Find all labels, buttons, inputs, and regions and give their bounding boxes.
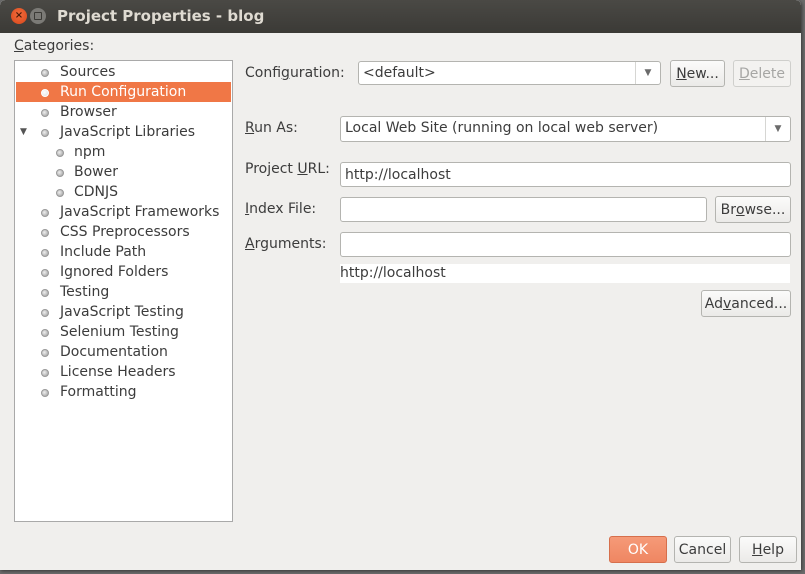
- index-file-input[interactable]: [341, 198, 706, 221]
- category-item[interactable]: JavaScript Frameworks: [16, 202, 231, 222]
- configuration-value: <default>: [363, 65, 436, 81]
- category-label: Documentation: [60, 344, 168, 360]
- category-label: JavaScript Testing: [60, 304, 184, 320]
- ok-button[interactable]: OK: [609, 536, 667, 563]
- tree-node-icon: [41, 269, 49, 277]
- category-label: npm: [74, 144, 106, 160]
- category-label: JavaScript Frameworks: [60, 204, 220, 220]
- chevron-down-icon[interactable]: ▼: [765, 117, 790, 141]
- arguments-field[interactable]: [340, 232, 791, 257]
- category-item[interactable]: ▼ JavaScript Libraries: [16, 122, 231, 142]
- category-label: Sources: [60, 64, 116, 80]
- category-item[interactable]: Run Configuration: [16, 82, 231, 102]
- tree-node-icon: [41, 349, 49, 357]
- chevron-down-icon[interactable]: ▼: [635, 62, 660, 84]
- title-bar: × Project Properties - blog: [0, 0, 801, 33]
- category-item[interactable]: Testing: [16, 282, 231, 302]
- project-url-input[interactable]: [341, 163, 790, 186]
- categories-label: Categories:: [14, 38, 95, 54]
- configuration-combo[interactable]: <default> ▼: [358, 61, 661, 85]
- tree-node-icon: [41, 109, 49, 117]
- run-as-label: Run As:: [245, 120, 298, 136]
- category-item[interactable]: JavaScript Testing: [16, 302, 231, 322]
- new-configuration-button[interactable]: New...: [670, 60, 725, 87]
- category-item[interactable]: Include Path: [16, 242, 231, 262]
- category-item[interactable]: npm: [16, 142, 231, 162]
- category-label: Run Configuration: [60, 84, 187, 100]
- close-icon[interactable]: ×: [11, 8, 27, 24]
- browse-button[interactable]: Br o wse...: [715, 196, 791, 223]
- category-item[interactable]: Selenium Testing: [16, 322, 231, 342]
- tree-node-icon: [41, 329, 49, 337]
- window-title: Project Properties - blog: [57, 7, 265, 25]
- category-item[interactable]: License Headers: [16, 362, 231, 382]
- index-file-field[interactable]: [340, 197, 707, 222]
- category-item[interactable]: CSS Preprocessors: [16, 222, 231, 242]
- delete-configuration-button[interactable]: Delete: [733, 60, 791, 87]
- maximize-icon[interactable]: [30, 8, 46, 24]
- cancel-button[interactable]: Cancel: [674, 536, 731, 563]
- tree-node-icon: [41, 309, 49, 317]
- category-label: JavaScript Libraries: [60, 124, 196, 140]
- category-item[interactable]: Formatting: [16, 382, 231, 402]
- category-label: CSS Preprocessors: [60, 224, 190, 240]
- tree-node-icon: [41, 389, 49, 397]
- url-preview: http://localhost: [340, 264, 790, 283]
- category-label: Browser: [60, 104, 117, 120]
- category-item[interactable]: Browser: [16, 102, 231, 122]
- tree-node-icon: [41, 209, 49, 217]
- category-label: Include Path: [60, 244, 147, 260]
- arguments-input[interactable]: [341, 233, 790, 256]
- help-button[interactable]: Help: [739, 536, 797, 563]
- tree-node-icon: [41, 289, 49, 297]
- tree-node-icon: [41, 249, 49, 257]
- arguments-label: Arguments:: [245, 236, 327, 252]
- category-item[interactable]: Sources: [16, 62, 231, 82]
- category-label: Formatting: [60, 384, 137, 400]
- category-label: Bower: [74, 164, 118, 180]
- tree-node-icon: [41, 369, 49, 377]
- tree-node-icon: [41, 229, 49, 237]
- category-label: Selenium Testing: [60, 324, 179, 340]
- category-label: License Headers: [60, 364, 176, 380]
- tree-node-icon: [56, 169, 64, 177]
- category-label: Ignored Folders: [60, 264, 169, 280]
- project-url-field[interactable]: [340, 162, 791, 187]
- advanced-button[interactable]: Ad v anced...: [701, 290, 791, 317]
- categories-tree[interactable]: Sources Run Configuration Browser ▼ JavaScri…: [14, 60, 233, 522]
- category-item[interactable]: CDNJS: [16, 182, 231, 202]
- tree-node-icon: [56, 149, 64, 157]
- project-url-label: Project URL:: [245, 161, 330, 177]
- run-as-combo[interactable]: Local Web Site (running on local web ser…: [340, 116, 791, 142]
- category-label: Testing: [60, 284, 110, 300]
- tree-node-icon: [41, 69, 49, 77]
- category-label: CDNJS: [74, 184, 119, 200]
- index-file-label: Index File:: [245, 201, 317, 217]
- tree-node-icon: [56, 189, 64, 197]
- configuration-label: Configuration:: [245, 65, 345, 81]
- expand-toggle-icon[interactable]: ▼: [20, 122, 27, 142]
- project-properties-dialog: × Project Properties - blog Categories: …: [0, 0, 801, 570]
- tree-node-icon: [41, 129, 49, 137]
- category-item[interactable]: Bower: [16, 162, 231, 182]
- run-as-value: Local Web Site (running on local web ser…: [345, 120, 659, 136]
- category-item[interactable]: Documentation: [16, 342, 231, 362]
- category-item[interactable]: Ignored Folders: [16, 262, 231, 282]
- tree-node-icon: [41, 89, 49, 97]
